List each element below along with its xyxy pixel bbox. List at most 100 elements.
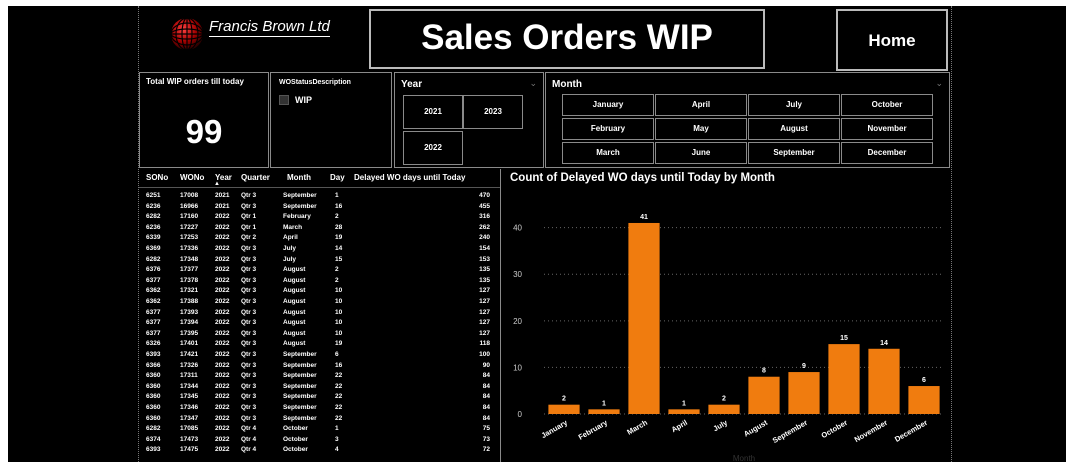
table-row[interactable]: 6393 17475 2022 Qtr 4 October 4 72 [139, 446, 500, 456]
year-slicer: Year ⌄ 2021 2023 2022 [394, 72, 544, 168]
table-cell: 84 [482, 372, 490, 380]
table-cell: 6360 [146, 404, 161, 411]
month-option-november[interactable]: November [841, 118, 933, 140]
wo-status-option-wip[interactable]: WIP [279, 95, 312, 105]
table-row[interactable]: 6377 17394 2022 Qtr 3 August 10 127 [139, 319, 500, 329]
month-option-june[interactable]: June [655, 142, 747, 164]
table-cell: 17421 [180, 351, 199, 358]
column-header-day[interactable]: Day [330, 173, 345, 182]
table-row[interactable]: 6236 17227 2022 Qtr 1 March 28 262 [139, 224, 500, 234]
table-row[interactable]: 6374 17473 2022 Qtr 4 October 3 73 [139, 436, 500, 446]
table-cell: 6369 [146, 245, 161, 252]
data-label: 9 [802, 363, 806, 370]
table-row[interactable]: 6376 17377 2022 Qtr 3 August 2 135 [139, 266, 500, 276]
table-cell: 4 [335, 446, 339, 454]
table-cell: 17475 [180, 446, 199, 454]
sort-ascending-icon[interactable]: ▲ [214, 181, 220, 187]
bar-january[interactable] [548, 404, 580, 414]
table-row[interactable]: 6369 17336 2022 Qtr 3 July 14 154 [139, 245, 500, 255]
table-cell: 2022 [215, 393, 230, 401]
table-cell: 6251 [146, 192, 161, 199]
year-option-2021[interactable]: 2021 [403, 95, 463, 129]
table-row[interactable]: 6282 17085 2022 Qtr 4 October 1 75 [139, 425, 500, 435]
table-cell: 127 [479, 319, 490, 327]
column-header-delayed-wo-days-until-today[interactable]: Delayed WO days until Today [354, 173, 465, 182]
table-cell: 10 [335, 329, 343, 337]
table-cell: 6282 [146, 213, 161, 221]
table-row[interactable]: 6377 17395 2022 Qtr 3 August 10 127 [139, 330, 500, 340]
table-cell: 16 [335, 202, 343, 210]
column-header-quarter[interactable]: Quarter [241, 173, 270, 182]
month-option-october[interactable]: October [841, 94, 933, 116]
table-cell: Qtr 3 [241, 319, 257, 327]
month-option-february[interactable]: February [562, 118, 654, 140]
kpi-value: 99 [185, 113, 223, 150]
month-option-august[interactable]: August [748, 118, 840, 140]
table-row[interactable]: 6362 17321 2022 Qtr 3 August 10 127 [139, 287, 500, 297]
table-row[interactable]: 6377 17393 2022 Qtr 3 August 10 127 [139, 309, 500, 319]
table-cell: Qtr 3 [241, 245, 257, 252]
bar-december[interactable] [908, 386, 940, 414]
x-tick-label: November [853, 418, 889, 444]
table-cell: 17393 [180, 308, 199, 316]
x-tick-label: February [577, 418, 610, 442]
table-row[interactable]: 6326 17401 2022 Qtr 3 August 19 118 [139, 340, 500, 350]
bar-march[interactable] [628, 222, 660, 414]
month-option-september[interactable]: September [748, 142, 840, 164]
table-cell: 6393 [146, 446, 161, 454]
chevron-down-icon[interactable]: ⌄ [935, 78, 943, 89]
year-option-2023[interactable]: 2023 [463, 95, 523, 129]
kpi-card: Total WIP orders till today 99 [139, 72, 269, 168]
checkbox-icon[interactable] [279, 95, 289, 105]
table-row[interactable]: 6360 17345 2022 Qtr 3 September 22 84 [139, 393, 500, 403]
bar-august[interactable] [748, 376, 780, 414]
bar-september[interactable] [788, 372, 820, 414]
year-option-2022[interactable]: 2022 [403, 131, 463, 165]
bar-april[interactable] [668, 409, 700, 414]
home-button[interactable]: Home [836, 9, 948, 71]
table-row[interactable]: 6393 17421 2022 Qtr 3 September 6 100 [139, 351, 500, 361]
bar-october[interactable] [828, 344, 860, 414]
table-row[interactable]: 6236 16966 2021 Qtr 3 September 16 455 [139, 203, 500, 213]
table-cell: 6377 [146, 276, 161, 284]
table-cell: 3 [335, 435, 339, 443]
table-cell: August [283, 340, 306, 348]
delayed-wo-chart: Count of Delayed WO days until Today by … [504, 169, 951, 462]
column-header-month[interactable]: Month [287, 173, 311, 182]
table-cell: 2022 [215, 361, 230, 369]
table-row[interactable]: 6360 17346 2022 Qtr 3 September 22 84 [139, 404, 500, 414]
table-row[interactable]: 6282 17160 2022 Qtr 1 February 2 316 [139, 213, 500, 223]
table-cell: Qtr 1 [241, 223, 257, 231]
month-option-may[interactable]: May [655, 118, 747, 140]
table-row[interactable]: 6362 17388 2022 Qtr 3 August 10 127 [139, 298, 500, 308]
table-row[interactable]: 6360 17311 2022 Qtr 3 September 22 84 [139, 372, 500, 382]
month-option-march[interactable]: March [562, 142, 654, 164]
table-row[interactable]: 6360 17347 2022 Qtr 3 September 22 84 [139, 415, 500, 425]
column-header-wono[interactable]: WONo [180, 173, 204, 182]
bar-chart-svg: 0 10 20 30 40 2 January 1 February 41 March 1 April 2… [513, 214, 944, 462]
table-cell: 6236 [146, 223, 161, 231]
table-cell: 2022 [215, 329, 230, 337]
table-row[interactable]: 6360 17344 2022 Qtr 3 September 22 84 [139, 383, 500, 393]
table-cell: Qtr 3 [241, 276, 257, 284]
chevron-down-icon[interactable]: ⌄ [529, 78, 537, 89]
table-row[interactable]: 6251 17008 2021 Qtr 3 September 1 470 [139, 192, 500, 202]
table-cell: 2022 [215, 435, 230, 443]
bar-november[interactable] [868, 348, 900, 414]
table-row[interactable]: 6377 17378 2022 Qtr 3 August 2 135 [139, 277, 500, 287]
month-option-january[interactable]: January [562, 94, 654, 116]
data-label: 8 [762, 368, 766, 375]
month-option-april[interactable]: April [655, 94, 747, 116]
year-slicer-label: Year [401, 79, 423, 90]
bar-february[interactable] [588, 409, 620, 414]
table-row[interactable]: 6282 17348 2022 Qtr 3 July 15 153 [139, 256, 500, 266]
month-option-december[interactable]: December [841, 142, 933, 164]
bar-july[interactable] [708, 404, 740, 414]
table-row[interactable]: 6339 17253 2022 Qtr 2 April 19 240 [139, 234, 500, 244]
month-option-july[interactable]: July [748, 94, 840, 116]
table-cell: 84 [482, 414, 490, 422]
table-cell: 17344 [180, 382, 199, 390]
table-row[interactable]: 6366 17326 2022 Qtr 3 September 16 90 [139, 362, 500, 372]
table-cell: July [283, 245, 297, 252]
column-header-sono[interactable]: SONo [146, 173, 168, 182]
